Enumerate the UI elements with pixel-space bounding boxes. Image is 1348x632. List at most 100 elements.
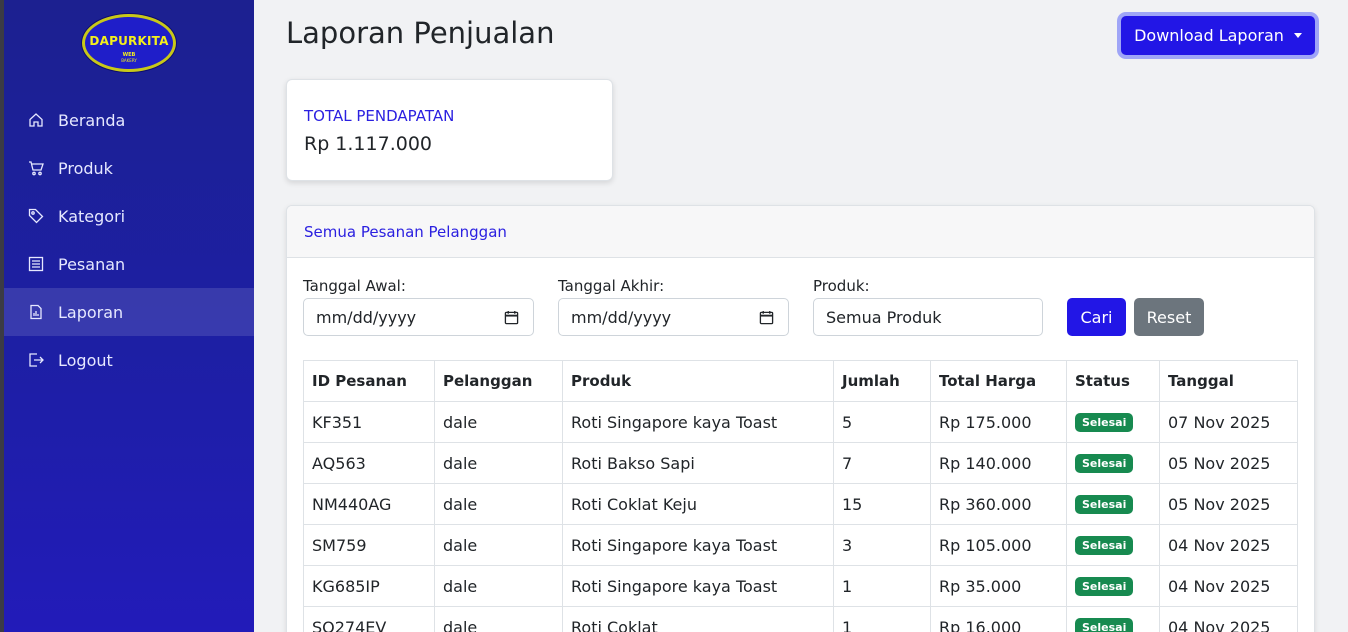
product-name: Roti Singapore kaya Toast xyxy=(562,401,834,443)
product-name: Roti Coklat xyxy=(562,606,834,632)
status-cell: Selesai xyxy=(1066,524,1160,566)
order-date: 05 Nov 2025 xyxy=(1159,442,1298,484)
logout-icon xyxy=(28,352,44,368)
quantity: 7 xyxy=(833,442,931,484)
column-header: Jumlah xyxy=(833,360,931,402)
report-icon xyxy=(28,304,44,320)
order-id: KF351 xyxy=(303,401,435,443)
sidebar-item-label: Produk xyxy=(58,158,113,178)
product-filter-label: Produk: xyxy=(813,277,870,295)
order-id: SM759 xyxy=(303,524,435,566)
order-date: 04 Nov 2025 xyxy=(1159,565,1298,607)
product-name: Roti Singapore kaya Toast xyxy=(562,524,834,566)
status-cell: Selesai xyxy=(1066,442,1160,484)
end-date-label: Tanggal Akhir: xyxy=(558,277,665,295)
table-row: AQ563 dale Roti Bakso Sapi 7 Rp 140.000 … xyxy=(303,442,1298,484)
product-name: Roti Bakso Sapi xyxy=(562,442,834,484)
order-date: 07 Nov 2025 xyxy=(1159,401,1298,443)
calendar-icon[interactable] xyxy=(759,310,774,325)
home-icon xyxy=(28,112,44,128)
total-price: Rp 175.000 xyxy=(930,401,1067,443)
brand-logo[interactable]: DAPURKITA WEB BAKERY xyxy=(82,14,176,72)
sidebar-item-produk[interactable]: Produk xyxy=(4,144,254,192)
total-price: Rp 105.000 xyxy=(930,524,1067,566)
quantity: 15 xyxy=(833,483,931,525)
status-badge: Selesai xyxy=(1075,413,1134,432)
table-row: NM440AG dale Roti Coklat Keju 15 Rp 360.… xyxy=(303,483,1298,525)
table-row: KG685IP dale Roti Singapore kaya Toast 1… xyxy=(303,565,1298,607)
orders-table: ID Pesanan Pelanggan Produk Jumlah Total… xyxy=(303,360,1298,632)
total-price: Rp 35.000 xyxy=(930,565,1067,607)
sidebar-item-kategori[interactable]: Kategori xyxy=(4,192,254,240)
download-report-button[interactable]: Download Laporan xyxy=(1121,16,1315,55)
order-id: AQ563 xyxy=(303,442,435,484)
table-row: SM759 dale Roti Singapore kaya Toast 3 R… xyxy=(303,524,1298,566)
logo-title: DAPURKITA xyxy=(89,34,169,48)
customer-name: dale xyxy=(434,483,563,525)
quantity: 3 xyxy=(833,524,931,566)
end-date-input[interactable]: mm/dd/yyyy xyxy=(558,298,789,336)
status-badge: Selesai xyxy=(1075,495,1134,514)
product-filter-select[interactable]: Semua Produk xyxy=(813,298,1043,336)
end-date-value: mm/dd/yyyy xyxy=(571,307,672,327)
cart-icon xyxy=(28,160,44,176)
order-id: KG685IP xyxy=(303,565,435,607)
start-date-input[interactable]: mm/dd/yyyy xyxy=(303,298,534,336)
quantity: 1 xyxy=(833,606,931,632)
column-header: ID Pesanan xyxy=(303,360,435,402)
status-badge: Selesai xyxy=(1075,577,1134,596)
column-header: Status xyxy=(1066,360,1160,402)
status-badge: Selesai xyxy=(1075,454,1134,473)
sidebar-item-beranda[interactable]: Beranda xyxy=(4,96,254,144)
orders-card: Semua Pesanan Pelanggan Tanggal Awal: mm… xyxy=(286,205,1315,632)
customer-name: dale xyxy=(434,606,563,632)
order-id: SO274EV xyxy=(303,606,435,632)
calendar-icon[interactable] xyxy=(504,310,519,325)
table-row: KF351 dale Roti Singapore kaya Toast 5 R… xyxy=(303,401,1298,443)
status-cell: Selesai xyxy=(1066,565,1160,607)
list-icon xyxy=(28,256,44,272)
order-date: 05 Nov 2025 xyxy=(1159,483,1298,525)
product-filter-value: Semua Produk xyxy=(826,307,942,327)
order-id: NM440AG xyxy=(303,483,435,525)
total-price: Rp 140.000 xyxy=(930,442,1067,484)
quantity: 5 xyxy=(833,401,931,443)
sidebar-nav: Beranda Produk Kategori Pesanan Laporan xyxy=(4,96,254,384)
order-date: 04 Nov 2025 xyxy=(1159,524,1298,566)
sidebar-item-logout[interactable]: Logout xyxy=(4,336,254,384)
column-header: Produk xyxy=(562,360,834,402)
product-name: Roti Singapore kaya Toast xyxy=(562,565,834,607)
total-revenue-card: TOTAL PENDAPATAN Rp 1.117.000 xyxy=(286,79,613,181)
total-price: Rp 16.000 xyxy=(930,606,1067,632)
total-price: Rp 360.000 xyxy=(930,483,1067,525)
start-date-value: mm/dd/yyyy xyxy=(316,307,417,327)
customer-name: dale xyxy=(434,565,563,607)
sidebar-item-laporan[interactable]: Laporan xyxy=(4,288,254,336)
customer-name: dale xyxy=(434,524,563,566)
sidebar-item-label: Pesanan xyxy=(58,254,126,274)
search-button[interactable]: Cari xyxy=(1067,298,1126,336)
status-badge: Selesai xyxy=(1075,618,1134,632)
reset-button[interactable]: Reset xyxy=(1134,298,1204,336)
status-cell: Selesai xyxy=(1066,606,1160,632)
customer-name: dale xyxy=(434,442,563,484)
orders-card-title: Semua Pesanan Pelanggan xyxy=(287,206,1314,258)
download-report-label: Download Laporan xyxy=(1134,26,1284,45)
logo-subtitle-2: BAKERY xyxy=(121,58,137,63)
product-name: Roti Coklat Keju xyxy=(562,483,834,525)
start-date-label: Tanggal Awal: xyxy=(303,277,406,295)
tag-icon xyxy=(28,208,44,224)
caret-down-icon xyxy=(1293,33,1302,38)
column-header: Pelanggan xyxy=(434,360,563,402)
column-header: Total Harga xyxy=(930,360,1067,402)
sidebar-item-label: Kategori xyxy=(58,206,126,226)
status-badge: Selesai xyxy=(1075,536,1134,555)
status-cell: Selesai xyxy=(1066,483,1160,525)
total-revenue-value: Rp 1.117.000 xyxy=(304,133,432,155)
sidebar-item-label: Beranda xyxy=(58,110,126,130)
order-date: 04 Nov 2025 xyxy=(1159,606,1298,632)
status-cell: Selesai xyxy=(1066,401,1160,443)
page-title: Laporan Penjualan xyxy=(286,16,555,50)
sidebar-item-pesanan[interactable]: Pesanan xyxy=(4,240,254,288)
table-header-row: ID Pesanan Pelanggan Produk Jumlah Total… xyxy=(303,360,1298,402)
